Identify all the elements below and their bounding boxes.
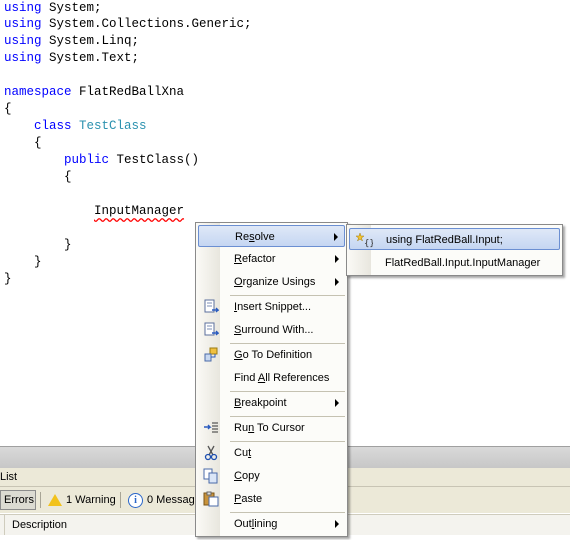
menu-item-outlining[interactable]: Outlining bbox=[198, 513, 345, 535]
code-line: } bbox=[4, 272, 12, 286]
code-line: using System.Linq; bbox=[4, 34, 140, 48]
submenu-item-label: using FlatRedBall.Input; bbox=[386, 234, 503, 246]
code-line: using System; bbox=[4, 1, 102, 15]
code-line: InputManager bbox=[4, 203, 184, 220]
code-line: { bbox=[4, 136, 42, 150]
submenu-arrow-icon bbox=[335, 520, 339, 528]
code-line: public TestClass() bbox=[64, 153, 200, 167]
submenu-arrow-icon bbox=[334, 233, 338, 241]
submenu-item-using-namespace[interactable]: {} using FlatRedBall.Input; bbox=[349, 228, 560, 250]
warning-icon bbox=[48, 494, 62, 506]
messages-filter-label: 0 Message bbox=[147, 494, 201, 506]
menu-item-refactor[interactable]: Refactor bbox=[198, 248, 345, 270]
code-line: using System.Collections.Generic; bbox=[4, 17, 252, 31]
toolbar-separator bbox=[40, 492, 41, 508]
menu-item-paste[interactable]: Paste bbox=[198, 488, 345, 510]
copy-icon bbox=[203, 468, 218, 484]
submenu-arrow-icon bbox=[335, 399, 339, 407]
menu-item-resolve[interactable]: Resolve bbox=[198, 225, 345, 247]
submenu-arrow-icon bbox=[335, 255, 339, 263]
code-line: namespace FlatRedBallXna bbox=[4, 85, 185, 99]
code-line: } bbox=[4, 238, 72, 252]
messages-filter-button[interactable]: i 0 Message bbox=[125, 490, 204, 510]
using-namespace-icon: {} bbox=[355, 232, 373, 248]
code-line: { bbox=[4, 170, 72, 184]
info-icon: i bbox=[128, 492, 143, 508]
errors-filter-label: Errors bbox=[4, 494, 34, 506]
error-list-title: List bbox=[0, 471, 18, 483]
code-line: class TestClass bbox=[34, 119, 147, 133]
menu-item-breakpoint[interactable]: Breakpoint bbox=[198, 392, 345, 414]
code-line: using System.Text; bbox=[4, 51, 140, 65]
menu-item-run-to-cursor[interactable]: Run To Cursor bbox=[198, 417, 345, 439]
submenu-arrow-icon bbox=[335, 278, 339, 286]
menu-item-surround-with[interactable]: Surround With... bbox=[198, 319, 345, 341]
run-to-cursor-icon bbox=[204, 422, 218, 433]
menu-item-find-all-references[interactable]: Find All References bbox=[198, 367, 345, 389]
menu-item-go-to-definition[interactable]: Go To Definition bbox=[198, 344, 345, 366]
warnings-filter-button[interactable]: 1 Warning bbox=[45, 490, 119, 510]
warnings-filter-label: 1 Warning bbox=[66, 494, 116, 506]
submenu-item-qualified-name[interactable]: FlatRedBall.Input.InputManager bbox=[349, 252, 560, 274]
menu-item-insert-snippet[interactable]: Insert Snippet... bbox=[198, 296, 345, 318]
menu-item-organize-usings[interactable]: Organize Usings bbox=[198, 271, 345, 293]
code-line: { bbox=[4, 102, 12, 116]
surround-with-icon bbox=[204, 322, 219, 336]
code-line: } bbox=[4, 255, 42, 269]
column-header-cell[interactable] bbox=[0, 515, 5, 535]
toolbar-separator bbox=[120, 492, 121, 508]
editor-context-menu: Resolve Refactor Organize Usings Insert … bbox=[195, 222, 348, 537]
paste-icon bbox=[203, 491, 219, 507]
menu-item-copy[interactable]: Copy bbox=[198, 465, 345, 487]
insert-snippet-icon bbox=[204, 299, 219, 313]
svg-text:{}: {} bbox=[364, 239, 373, 248]
submenu-item-label: FlatRedBall.Input.InputManager bbox=[385, 257, 541, 269]
go-to-definition-icon bbox=[204, 347, 218, 362]
errors-filter-button[interactable]: Errors bbox=[0, 490, 36, 510]
resolve-submenu: {} using FlatRedBall.Input; FlatRedBall.… bbox=[346, 224, 563, 276]
menu-item-cut[interactable]: Cut bbox=[198, 442, 345, 464]
column-description-label: Description bbox=[12, 519, 68, 531]
column-header-description[interactable]: Description bbox=[10, 515, 132, 535]
cut-icon bbox=[204, 445, 218, 461]
error-squiggle: InputManager bbox=[94, 204, 185, 218]
